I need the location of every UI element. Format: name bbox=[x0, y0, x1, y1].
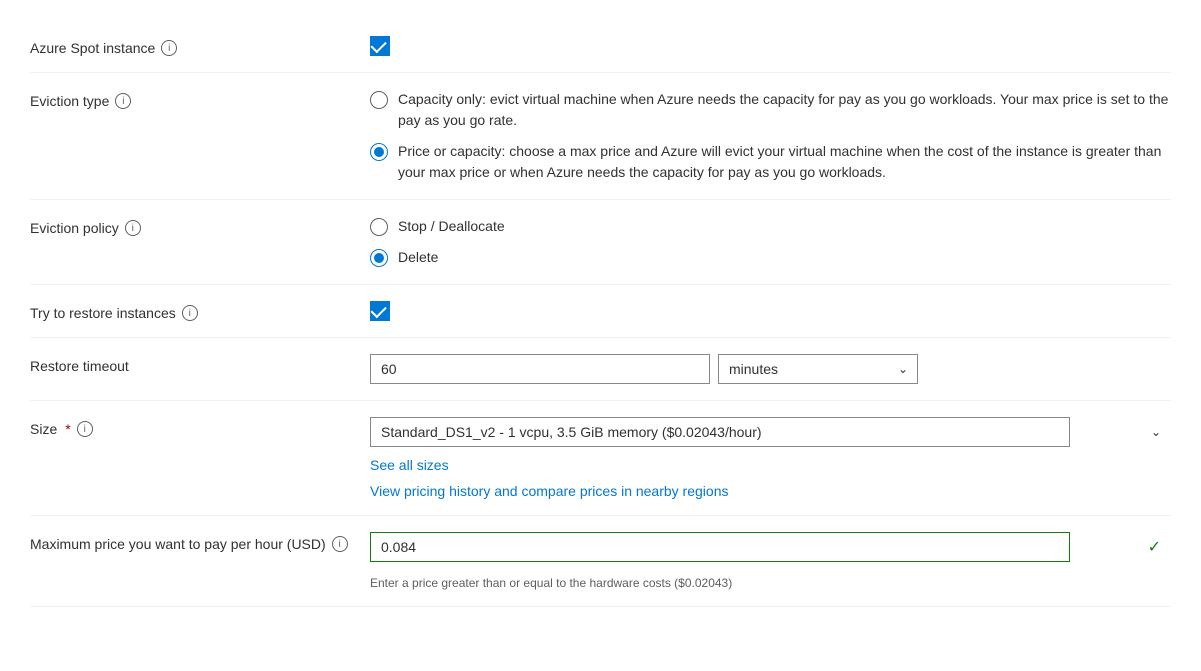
try-to-restore-checkbox[interactable] bbox=[370, 301, 390, 321]
eviction-type-price-capacity-radio[interactable] bbox=[370, 143, 388, 161]
restore-timeout-unit-wrapper: minutes hours days ⌄ bbox=[718, 354, 918, 384]
eviction-type-label: Eviction type i bbox=[30, 89, 370, 109]
restore-timeout-row: Restore timeout minutes hours days ⌄ bbox=[30, 338, 1171, 401]
try-to-restore-row: Try to restore instances i bbox=[30, 285, 1171, 338]
size-required-asterisk: * bbox=[65, 421, 70, 437]
maximum-price-row: Maximum price you want to pay per hour (… bbox=[30, 516, 1171, 607]
size-text: Size bbox=[30, 421, 57, 437]
eviction-policy-delete-radio[interactable] bbox=[370, 249, 388, 267]
restore-timeout-label: Restore timeout bbox=[30, 354, 370, 374]
maximum-price-label: Maximum price you want to pay per hour (… bbox=[30, 532, 370, 552]
eviction-type-info-icon[interactable]: i bbox=[115, 93, 131, 109]
restore-timeout-control: minutes hours days ⌄ bbox=[370, 354, 1171, 384]
eviction-type-row: Eviction type i Capacity only: evict vir… bbox=[30, 73, 1171, 200]
azure-spot-instance-label: Azure Spot instance i bbox=[30, 36, 370, 56]
maximum-price-control: ✓ Enter a price greater than or equal to… bbox=[370, 532, 1171, 590]
eviction-type-control: Capacity only: evict virtual machine whe… bbox=[370, 89, 1171, 183]
restore-timeout-text: Restore timeout bbox=[30, 358, 129, 374]
azure-spot-instance-text: Azure Spot instance bbox=[30, 40, 155, 56]
eviction-type-capacity-only-option[interactable]: Capacity only: evict virtual machine whe… bbox=[370, 89, 1171, 131]
eviction-policy-delete-text: Delete bbox=[398, 247, 438, 268]
try-to-restore-control bbox=[370, 301, 1171, 321]
try-to-restore-label: Try to restore instances i bbox=[30, 301, 370, 321]
size-chevron-down-icon: ⌄ bbox=[1151, 425, 1161, 439]
azure-spot-instance-info-icon[interactable]: i bbox=[161, 40, 177, 56]
eviction-policy-stop-deallocate-option[interactable]: Stop / Deallocate bbox=[370, 216, 1171, 237]
try-to-restore-info-icon[interactable]: i bbox=[182, 305, 198, 321]
eviction-policy-text: Eviction policy bbox=[30, 220, 119, 236]
restore-timeout-unit-select[interactable]: minutes hours days bbox=[718, 354, 918, 384]
azure-spot-instance-checkbox[interactable] bbox=[370, 36, 390, 56]
eviction-policy-stop-deallocate-radio[interactable] bbox=[370, 218, 388, 236]
eviction-policy-control: Stop / Deallocate Delete bbox=[370, 216, 1171, 268]
eviction-policy-label: Eviction policy i bbox=[30, 216, 370, 236]
size-select[interactable]: Standard_DS1_v2 - 1 vcpu, 3.5 GiB memory… bbox=[370, 417, 1070, 447]
size-row: Size * i Standard_DS1_v2 - 1 vcpu, 3.5 G… bbox=[30, 401, 1171, 516]
size-info-icon[interactable]: i bbox=[77, 421, 93, 437]
eviction-type-price-capacity-radio-inner bbox=[374, 147, 384, 157]
try-to-restore-text: Try to restore instances bbox=[30, 305, 176, 321]
restore-timeout-inputs: minutes hours days ⌄ bbox=[370, 354, 1171, 384]
eviction-type-price-capacity-option[interactable]: Price or capacity: choose a max price an… bbox=[370, 141, 1171, 183]
maximum-price-input[interactable] bbox=[370, 532, 1070, 562]
eviction-type-text: Eviction type bbox=[30, 93, 109, 109]
eviction-policy-delete-radio-inner bbox=[374, 253, 384, 263]
azure-spot-instance-control bbox=[370, 36, 1171, 56]
see-all-sizes-link[interactable]: See all sizes bbox=[370, 457, 1171, 473]
maximum-price-hint: Enter a price greater than or equal to t… bbox=[370, 576, 1171, 590]
size-label: Size * i bbox=[30, 417, 370, 437]
maximum-price-input-wrapper: ✓ bbox=[370, 532, 1171, 562]
eviction-policy-delete-option[interactable]: Delete bbox=[370, 247, 1171, 268]
azure-spot-instance-row: Azure Spot instance i bbox=[30, 20, 1171, 73]
eviction-type-price-capacity-text: Price or capacity: choose a max price an… bbox=[398, 141, 1171, 183]
eviction-type-capacity-only-radio[interactable] bbox=[370, 91, 388, 109]
pricing-history-link[interactable]: View pricing history and compare prices … bbox=[370, 483, 1171, 499]
eviction-policy-stop-deallocate-text: Stop / Deallocate bbox=[398, 216, 505, 237]
size-control: Standard_DS1_v2 - 1 vcpu, 3.5 GiB memory… bbox=[370, 417, 1171, 499]
eviction-policy-row: Eviction policy i Stop / Deallocate Dele… bbox=[30, 200, 1171, 285]
maximum-price-info-icon[interactable]: i bbox=[332, 536, 348, 552]
check-icon: ✓ bbox=[1148, 537, 1161, 557]
maximum-price-text: Maximum price you want to pay per hour (… bbox=[30, 536, 326, 552]
eviction-type-capacity-only-text: Capacity only: evict virtual machine whe… bbox=[398, 89, 1171, 131]
restore-timeout-input[interactable] bbox=[370, 354, 710, 384]
eviction-policy-info-icon[interactable]: i bbox=[125, 220, 141, 236]
size-select-wrapper: Standard_DS1_v2 - 1 vcpu, 3.5 GiB memory… bbox=[370, 417, 1171, 447]
